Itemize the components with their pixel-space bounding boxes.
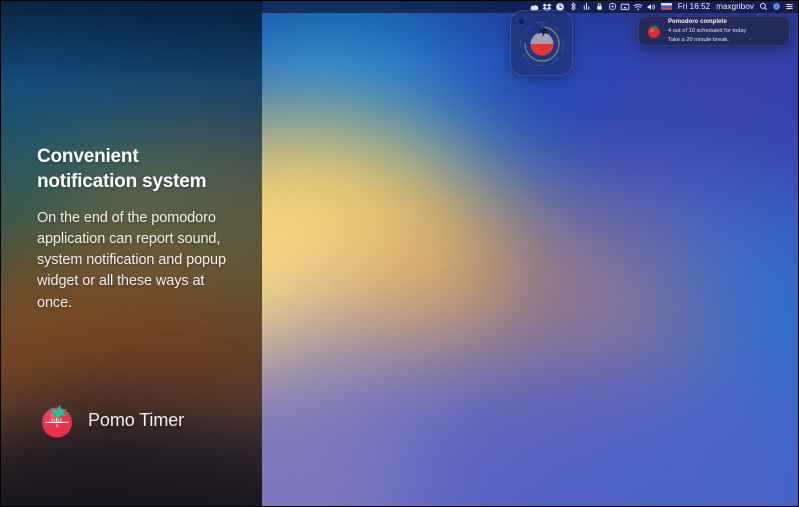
search-icon[interactable] [757, 0, 770, 13]
wallpaper-shade [262, 0, 799, 507]
control-center-icon[interactable] [783, 0, 796, 13]
stats-icon[interactable] [580, 0, 593, 13]
tomato-timer-icon [37, 400, 77, 440]
volume-icon[interactable] [645, 0, 658, 13]
lock-icon[interactable] [593, 0, 606, 13]
menu-bar-user[interactable]: maxgribov [713, 0, 757, 13]
bluetooth-icon[interactable] [567, 0, 580, 13]
screenshot-root: Convenient notification system On the en… [0, 0, 799, 507]
brand-name: Pomo Timer [88, 410, 184, 431]
promo-content: Convenient notification system On the en… [37, 0, 237, 507]
promo-description: On the end of the pomodoro application c… [37, 208, 227, 314]
promo-title: Convenient notification system [37, 144, 232, 194]
siri-icon[interactable] [770, 0, 783, 13]
tomato-icon [646, 23, 662, 39]
keyboard-layout-flag[interactable] [661, 3, 672, 10]
brand-lockup: Pomo Timer [37, 400, 184, 440]
airdrop-icon[interactable] [606, 0, 619, 13]
desktop-screenshot: Fri 16:52 maxgribov [262, 0, 799, 507]
widget-status-dot [519, 19, 524, 24]
wifi-icon[interactable] [632, 0, 645, 13]
promo-panel: Convenient notification system On the en… [0, 0, 262, 507]
notification-title: Pomodoro complete [668, 18, 746, 27]
notification-banner[interactable]: Pomodoro complete 4 out of 10 scheduled … [638, 16, 790, 46]
notification-line-1: 4 out of 10 scheduled for today [668, 27, 746, 36]
menu-bar-clock[interactable]: Fri 16:52 [675, 0, 713, 13]
notification-line-2: Take a 20 minute break. [668, 36, 746, 45]
pomodoro-timer-widget[interactable] [510, 10, 573, 76]
screen-mirroring-icon[interactable] [619, 0, 632, 13]
notification-text: Pomodoro complete 4 out of 10 scheduled … [668, 18, 746, 44]
